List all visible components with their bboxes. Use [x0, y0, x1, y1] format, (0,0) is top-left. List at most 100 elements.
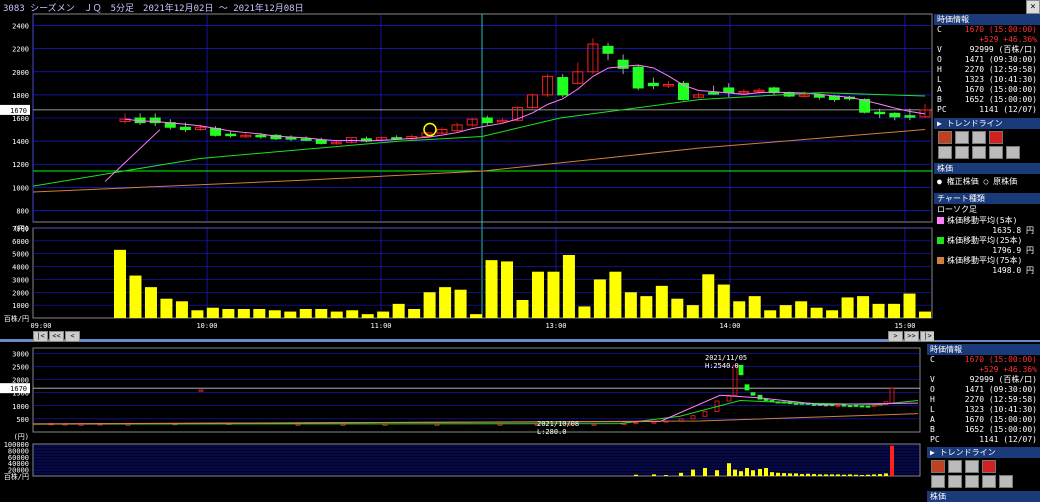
bottom-volume-bar: [733, 469, 737, 476]
time-tick-label: 15:00: [894, 322, 915, 330]
volume-tick-label: 7000: [12, 225, 29, 233]
quote-row: L 1323 (10:41:30): [934, 75, 1040, 85]
price-tick-label: 800: [16, 207, 29, 215]
bottom-volume-bar: [679, 472, 683, 476]
bottom-volume-bar: [878, 474, 882, 476]
trendline-header-bottom[interactable]: ▶ トレンドライン: [927, 447, 1040, 458]
volume-bar: [346, 310, 359, 318]
scroll-forward-button[interactable]: >: [888, 331, 903, 342]
bottom-volume-bar: [866, 474, 870, 476]
lines-icon[interactable]: [948, 460, 962, 473]
scroll-back-button[interactable]: <: [65, 331, 80, 342]
trendline-label-bottom: トレンドライン: [939, 448, 996, 457]
trendline-header[interactable]: ▶ トレンドライン: [934, 118, 1040, 129]
volume-bar: [748, 296, 761, 318]
candle-body: [285, 137, 297, 140]
quote-key: O: [937, 55, 942, 64]
bottom-candle: [835, 405, 841, 408]
select-icon[interactable]: [938, 146, 952, 159]
time-tick-label: 10:00: [196, 322, 217, 330]
paste-icon[interactable]: [972, 146, 986, 159]
trendline-toolbar: [934, 129, 1040, 144]
volume-bar: [206, 307, 219, 318]
bottom-candle: [841, 404, 847, 407]
scroll-last-button[interactable]: |>: [920, 331, 935, 342]
clear-icon[interactable]: [989, 146, 1003, 159]
trendline-label: トレンドライン: [946, 119, 1003, 128]
bottom-volume-bar: [794, 473, 798, 476]
volume-bar: [562, 255, 575, 318]
price-tick-label: 1200: [12, 161, 29, 169]
bottom-volume-bar: [818, 474, 822, 476]
chart-type[interactable]: ローソク足: [934, 204, 1040, 215]
radio-adjusted[interactable]: ●: [937, 177, 942, 186]
scroll-page-forward-button[interactable]: >>: [904, 331, 919, 342]
bottom-volume-bar: [764, 468, 768, 476]
settings-icon[interactable]: [999, 475, 1013, 488]
quote-key: V: [937, 45, 942, 54]
ma-row[interactable]: 株価移動平均(25本): [934, 235, 1040, 245]
radio-raw[interactable]: ○: [983, 177, 988, 186]
volume-bar: [392, 303, 405, 318]
candle-body: [632, 66, 644, 89]
volume-bar: [439, 287, 452, 318]
quote-value: 1670 (15:00:00): [964, 25, 1037, 34]
chart-type-header: チャート種類: [934, 193, 1040, 204]
ma-row[interactable]: 株価移動平均(5本): [934, 215, 1040, 225]
volume-bar: [702, 274, 715, 318]
bottom-volume-bar: [800, 474, 804, 476]
price-chart[interactable]: 2400 2200 2000 1800 1600 1400 1200 1000 800 (円) 16…: [0, 0, 1040, 480]
pen-icon[interactable]: [931, 460, 945, 473]
ma-color-swatch: [937, 236, 944, 244]
price-type-radios: ● 権正株価 ○ 原株価: [934, 174, 1040, 190]
bottom-volume-bar: [664, 475, 668, 476]
channel-icon[interactable]: [965, 460, 979, 473]
volume-bar: [470, 314, 483, 318]
quote-row: C 1670 (15:00:00): [934, 25, 1040, 35]
scroll-first-button[interactable]: |<: [33, 331, 48, 342]
select-icon[interactable]: [931, 475, 945, 488]
bottom-volume-bar: [652, 474, 656, 476]
quote-value: 1670 (15:00:00): [964, 415, 1037, 424]
quote-key: O: [930, 385, 935, 394]
delete-icon[interactable]: [989, 131, 1003, 144]
bottom-volume-bar: [634, 474, 638, 476]
clear-icon[interactable]: [982, 475, 996, 488]
bottom-volume-bar: [836, 474, 840, 476]
settings-icon[interactable]: [1006, 146, 1020, 159]
bottom-candle: [690, 415, 696, 420]
quote-row: O 1471 (09:30:00): [934, 55, 1040, 65]
quote-row: B 1652 (15:00:00): [927, 425, 1040, 435]
stock-header: 株価: [934, 163, 1040, 174]
candle-body: [904, 115, 916, 118]
delete-icon[interactable]: [982, 460, 996, 473]
quote-row: PC 1141 (12/07): [934, 105, 1040, 115]
volume-bar: [903, 293, 916, 318]
quote-value: 1652 (15:00:00): [964, 95, 1037, 104]
bottom-price-tick: 3000: [12, 350, 29, 358]
volume-bar: [377, 311, 390, 318]
paste-icon[interactable]: [965, 475, 979, 488]
pen-icon[interactable]: [938, 131, 952, 144]
time-tick-label: 14:00: [719, 322, 740, 330]
channel-icon[interactable]: [972, 131, 986, 144]
quote-value: 1652 (15:00:00): [964, 425, 1037, 434]
ma-value: 1796.9 円: [992, 246, 1034, 255]
scroll-page-back-button[interactable]: <<: [49, 331, 64, 342]
volume-bar: [593, 279, 606, 318]
bottom-candle: [763, 398, 769, 401]
info-panel: 時価情報 C 1670 (15:00:00) +529 +46.36% V 92999 …: [934, 14, 1040, 340]
bottom-volume-bar: [884, 473, 888, 476]
volume-bar: [284, 311, 297, 318]
volume-bar: [547, 271, 560, 318]
lines-icon[interactable]: [955, 131, 969, 144]
copy-icon[interactable]: [948, 475, 962, 488]
ma-row[interactable]: 株価移動平均(75本): [934, 255, 1040, 265]
ma-label: 株価移動平均(5本): [947, 215, 1018, 225]
radio-adjusted-label: 権正株価: [946, 177, 979, 186]
copy-icon[interactable]: [955, 146, 969, 159]
pane-divider[interactable]: [0, 339, 1040, 342]
candle-body: [300, 138, 312, 141]
bottom-volume-bar: [745, 468, 749, 476]
quote-key: PC: [937, 105, 947, 114]
